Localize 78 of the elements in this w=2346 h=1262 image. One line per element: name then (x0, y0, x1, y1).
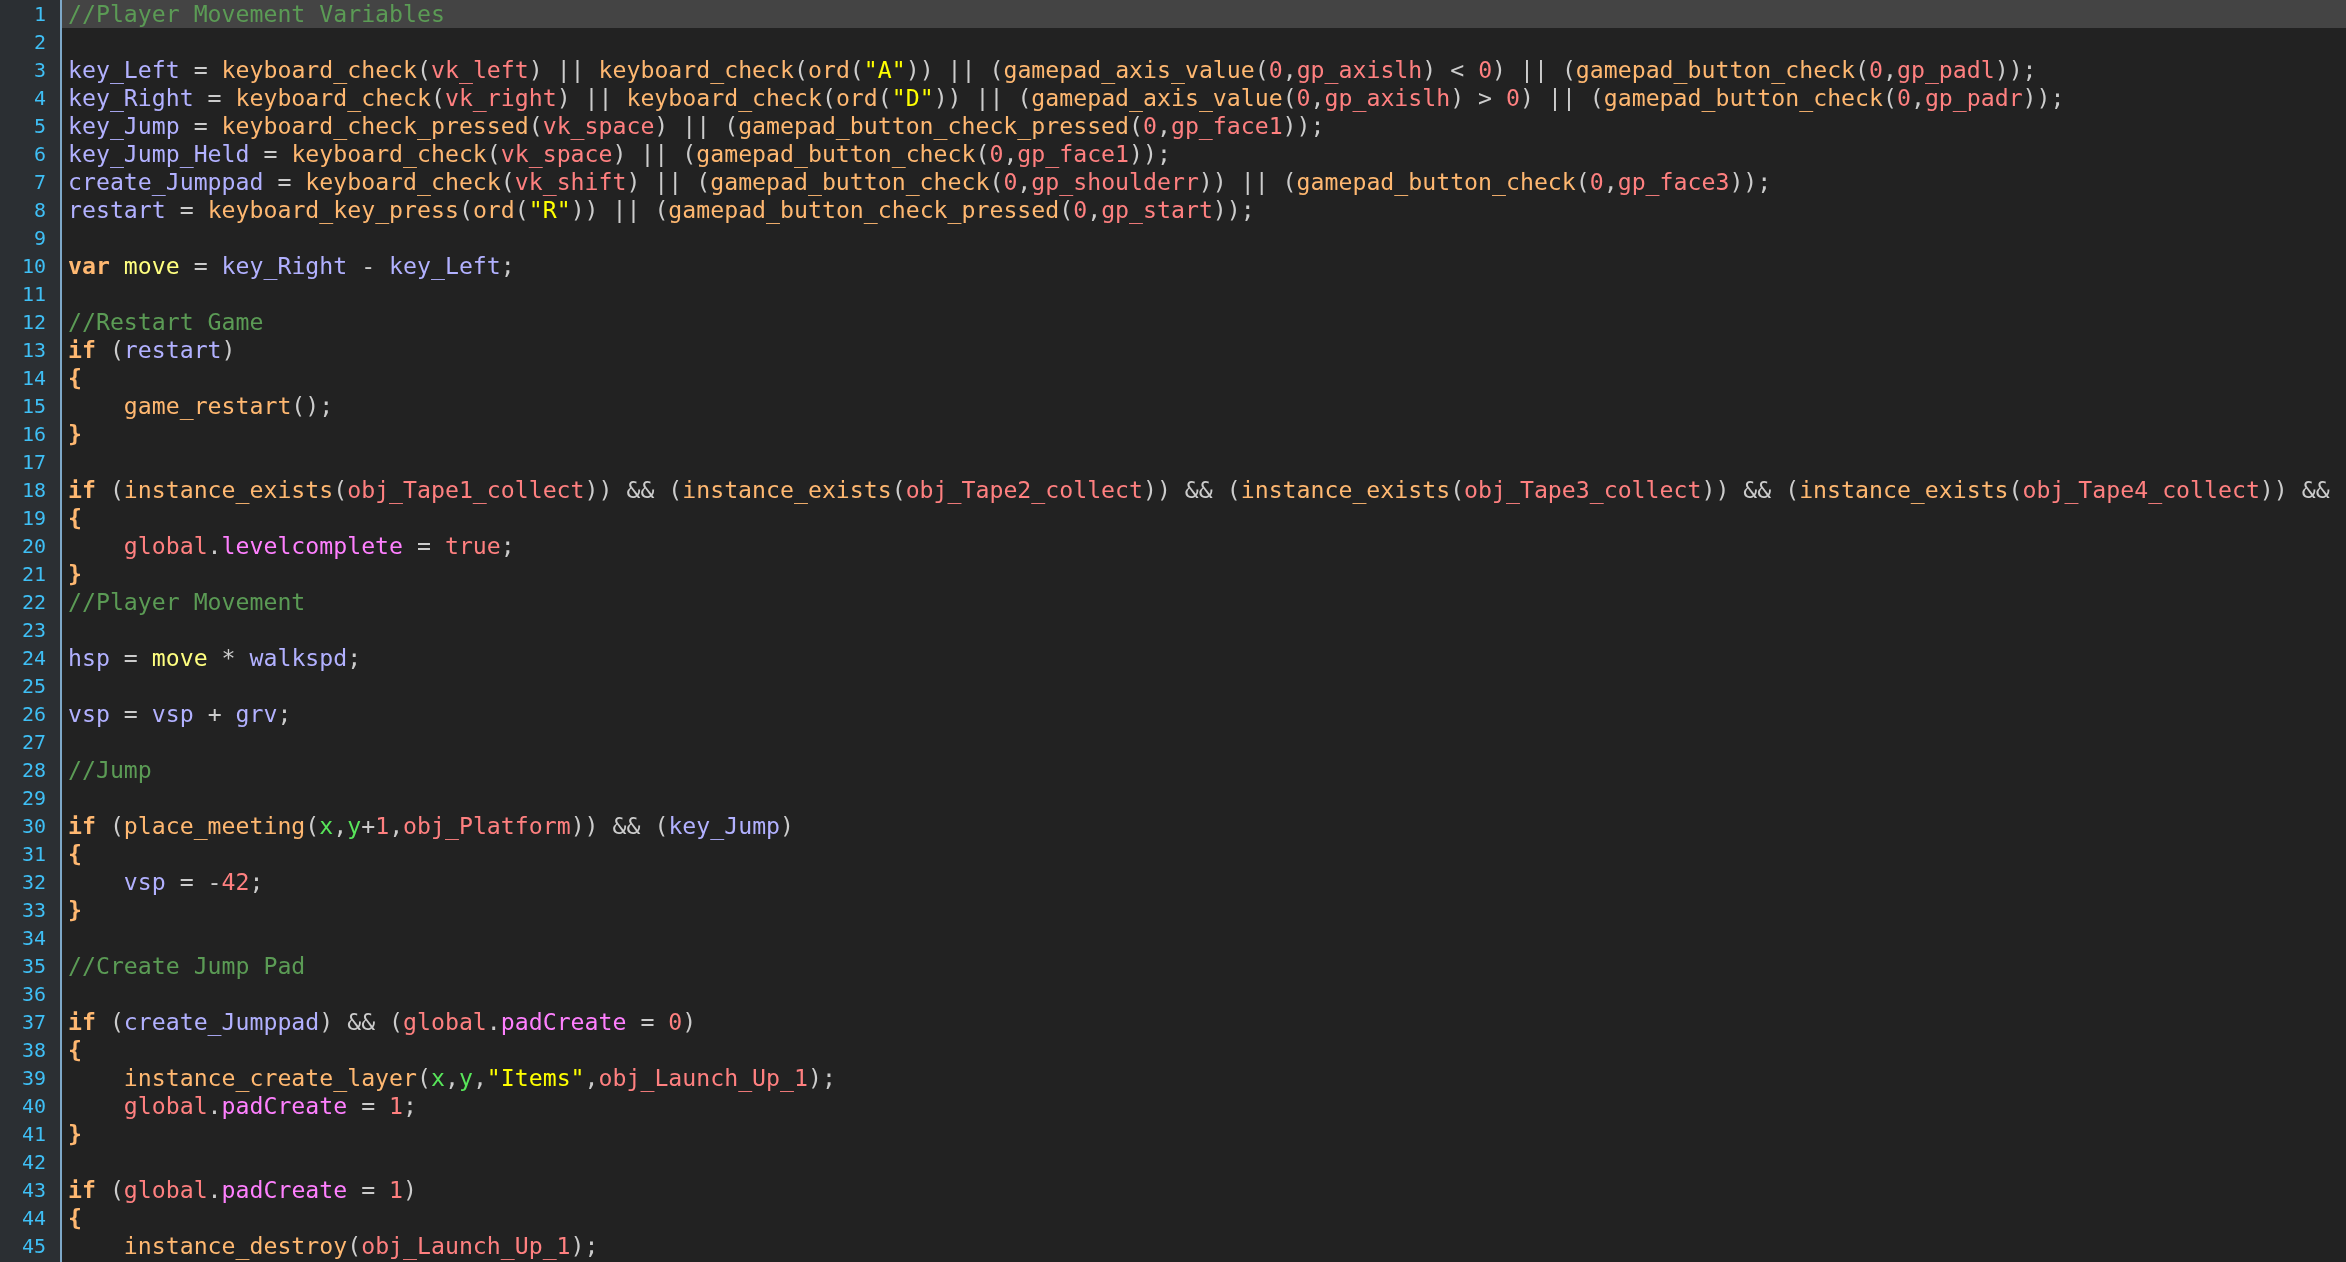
line-number: 29 (20, 785, 47, 812)
code-line: //Jump (67, 756, 153, 784)
line-number: 12 (20, 309, 47, 336)
line-number: 38 (20, 1037, 47, 1064)
code-line: { (67, 364, 83, 392)
code-line: //Restart Game (67, 308, 265, 336)
line-number: 4 (32, 85, 47, 112)
line-number: 22 (20, 589, 47, 616)
code-line: global.levelcomplete = true; (122, 532, 516, 560)
code-line: } (67, 1120, 83, 1148)
line-number: 26 (20, 701, 47, 728)
line-number: 13 (20, 337, 47, 364)
line-number: 28 (20, 757, 47, 784)
line-number: 32 (20, 869, 47, 896)
code-line: if (place_meeting(x,y+1,obj_Platform)) && (key_Jump) (67, 812, 796, 840)
code-line: { (67, 1204, 83, 1232)
line-number: 42 (20, 1149, 47, 1176)
line-number: 31 (20, 841, 47, 868)
code-line: if (instance_exists(obj_Tape1_collect)) && (instance_exists(obj_Tape2_collect)) && (instance_exists(obj_Tape3_collect)) && (instance_exists(obj_Tape4_collect)) && (67, 476, 2331, 504)
code-line: } (67, 896, 83, 924)
line-number: 43 (20, 1177, 47, 1204)
code-line: key_Right = keyboard_check(vk_right) || keyboard_check(ord("D")) || (gamepad_axis_value(0,gp_axislh) > 0) || (gamepad_button_check(0,gp_padr)); (67, 84, 2066, 112)
line-number: 9 (32, 225, 47, 252)
line-number: 27 (20, 729, 47, 756)
code-line: restart = keyboard_key_press(ord("R")) || (gamepad_button_check_pressed(0,gp_start)); (67, 196, 1256, 224)
line-number: 3 (32, 57, 47, 84)
line-number: 16 (20, 421, 47, 448)
line-number: 23 (20, 617, 47, 644)
code-line: key_Left = keyboard_check(vk_left) || keyboard_check(ord("A")) || (gamepad_axis_value(0,gp_axislh) < 0) || (gamepad_button_check(0,gp_padl)); (67, 56, 2038, 84)
line-number: 45 (20, 1233, 47, 1260)
line-number: 33 (20, 897, 47, 924)
line-number: 6 (32, 141, 47, 168)
line-number: 19 (20, 505, 47, 532)
line-number: 24 (20, 645, 47, 672)
line-number: 39 (20, 1065, 47, 1092)
line-number: 44 (20, 1205, 47, 1232)
code-line: //Player Movement (67, 588, 307, 616)
code-line: instance_destroy(obj_Launch_Up_1); (122, 1232, 600, 1260)
line-number: 41 (20, 1121, 47, 1148)
code-line: if (restart) (67, 336, 237, 364)
code-line: vsp = -42; (122, 868, 265, 896)
code-line: } (67, 560, 83, 588)
code-line: //Create Jump Pad (67, 952, 307, 980)
code-line: var move = key_Right - key_Left; (67, 252, 516, 280)
code-line: game_restart(); (122, 392, 335, 420)
line-number: 25 (20, 673, 47, 700)
line-number: 35 (20, 953, 47, 980)
line-number: 30 (20, 813, 47, 840)
line-number: 11 (20, 281, 47, 308)
code-line: key_Jump = keyboard_check_pressed(vk_space) || (gamepad_button_check_pressed(0,gp_face1)); (67, 112, 1326, 140)
line-number: 34 (20, 925, 47, 952)
code-line: key_Jump_Held = keyboard_check(vk_space) || (gamepad_button_check(0,gp_face1)); (67, 140, 1172, 168)
code-line: } (67, 420, 83, 448)
line-number: 8 (32, 197, 47, 224)
line-number: 1 (32, 1, 47, 28)
line-number: 7 (32, 169, 47, 196)
code-line: { (67, 840, 83, 868)
line-number: 15 (20, 393, 47, 420)
line-number: 21 (20, 561, 47, 588)
code-line: instance_create_layer(x,y,"Items",obj_Launch_Up_1); (122, 1064, 837, 1092)
code-line: if (create_Jumppad) && (global.padCreate = 0) (67, 1008, 698, 1036)
code-line: { (67, 1036, 83, 1064)
code-line: vsp = vsp + grv; (67, 700, 293, 728)
code-line: global.padCreate = 1; (122, 1092, 419, 1120)
code-line: if (global.padCreate = 1) (67, 1176, 419, 1204)
code-line: hsp = move * walkspd; (67, 644, 363, 672)
code-line: create_Jumppad = keyboard_check(vk_shift) || (gamepad_button_check(0,gp_shoulderr)) || (gamepad_button_check(0,gp_face3)); (67, 168, 1773, 196)
line-number: 10 (20, 253, 47, 280)
line-number: 36 (20, 981, 47, 1008)
line-number: 20 (20, 533, 47, 560)
line-number: 17 (20, 449, 47, 476)
line-number: 18 (20, 477, 47, 504)
line-number: 2 (32, 29, 47, 56)
line-number: 14 (20, 365, 47, 392)
line-number: 37 (20, 1009, 47, 1036)
line-number: 5 (32, 113, 47, 140)
line-number: 40 (20, 1093, 47, 1120)
code-line: { (67, 504, 83, 532)
